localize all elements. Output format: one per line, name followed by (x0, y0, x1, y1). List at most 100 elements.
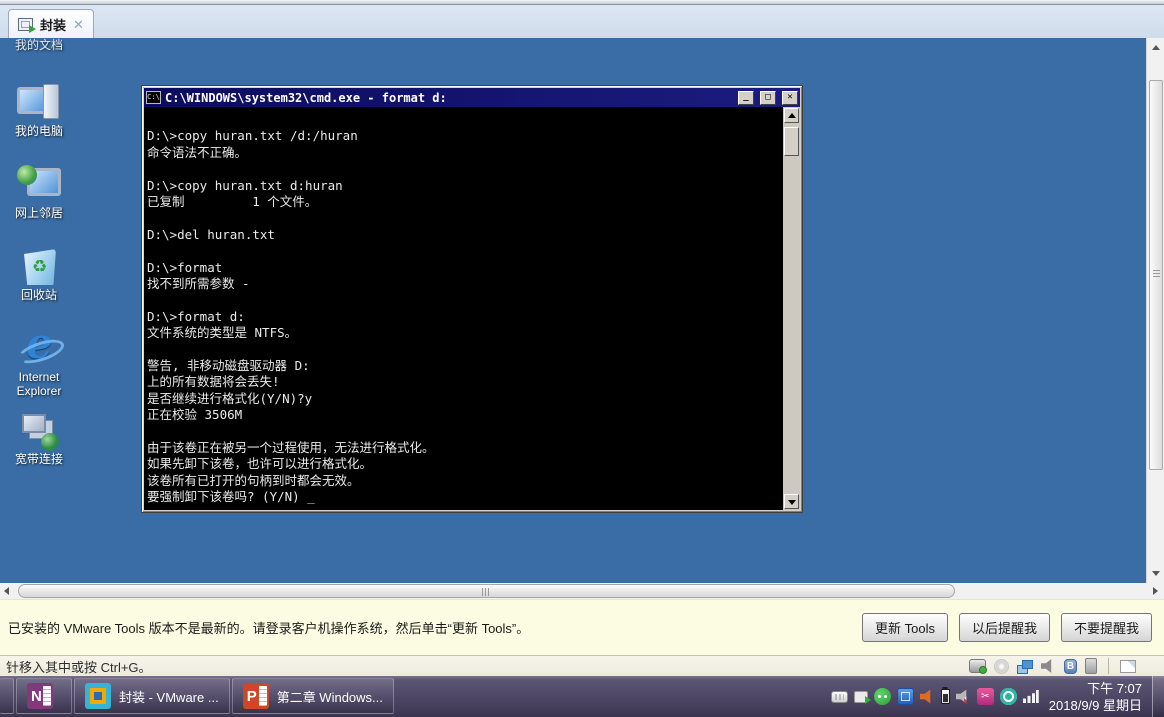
desktop-icon[interactable]: 回收站 (4, 244, 74, 326)
vm-display-area[interactable]: 我的文档 我的电脑 网上邻居 回收站 Internet Explorer 宽带连… (0, 38, 1164, 583)
cmd-console[interactable]: D:\>copy huran.txt /d:/huran 命令语法不正确。 D:\>… (144, 107, 800, 510)
scroll-right-icon[interactable] (1149, 585, 1161, 597)
screenshot-tool-icon[interactable]: ✂ (976, 688, 994, 705)
scroll-left-icon[interactable] (1, 585, 13, 597)
vm-horizontal-scrollbar[interactable] (0, 583, 1164, 599)
scroll-down-icon[interactable] (784, 494, 799, 509)
app-icon: N (27, 683, 53, 709)
console-line: 上的所有数据将会丢失! (147, 374, 280, 390)
device-status-icons: B (969, 658, 1158, 674)
remind-later-button[interactable]: 以后提醒我 (958, 613, 1050, 642)
close-button[interactable]: ✕ (782, 90, 798, 105)
console-line: D:\>copy huran.txt d:huran (147, 177, 343, 193)
cmd-icon: C:\ (146, 91, 161, 104)
broadband-connection-icon (15, 408, 63, 452)
wechat-icon[interactable] (873, 688, 891, 705)
console-line: 要强制卸下该卷吗? (Y/N) _ (147, 489, 315, 505)
system-tray: ✂ (825, 676, 1045, 717)
usb-icon[interactable] (1085, 658, 1097, 674)
desktop-icon[interactable]: 宽带连接 (4, 408, 74, 490)
status-message: 针移入其中或按 Ctrl+G。 (6, 659, 152, 675)
desktop-icon-list: 我的文档 我的电脑 网上邻居 回收站 Internet Explorer 宽带连… (4, 38, 74, 490)
vmware-tools-notification-bar: 已安装的 VMware Tools 版本不是最新的。请登录客户机操作系统，然后单… (0, 599, 1164, 655)
maximize-button[interactable]: □ (760, 90, 776, 105)
network-signal-icon[interactable] (1022, 690, 1039, 703)
battery-icon[interactable] (940, 689, 950, 704)
recycle-bin-icon (15, 244, 63, 288)
console-line: D:\>format (147, 259, 223, 275)
sound-icon[interactable] (1041, 659, 1052, 673)
clock-date: 2018/9/9 星期日 (1048, 698, 1142, 713)
desktop-icon[interactable]: 网上邻居 (4, 162, 74, 244)
console-line: 已复制 1 个文件。 (147, 194, 318, 209)
console-line: 警告, 非移动磁盘驱动器 D: (147, 358, 310, 373)
taskbar-button-label: 封装 - VMware ... (119, 689, 219, 705)
sound-app-icon[interactable] (919, 689, 931, 704)
vm-tab[interactable]: 封装 ✕ (8, 9, 94, 38)
taskbar-button-partial[interactable] (0, 678, 14, 714)
console-line: 文件系统的类型是 NTFS。 (147, 325, 298, 341)
network-adapter-icon[interactable] (1022, 660, 1033, 669)
vm-tab-icon (18, 17, 36, 33)
cmd-title-bar[interactable]: C:\ C:\WINDOWS\system32\cmd.exe - format… (144, 88, 800, 107)
cmd-window-title: C:\WINDOWS\system32\cmd.exe - format d: (165, 90, 447, 105)
taskbar-clock[interactable]: 下午 7:07 2018/9/9 星期日 (1045, 676, 1152, 717)
vm-horizontal-scrollbar-thumb[interactable] (18, 584, 955, 598)
console-line: 找不到所需参数 - (147, 276, 250, 291)
taskbar-buttons: N 封装 - VMware ... P 第二章 Windows... (0, 676, 395, 717)
desktop-icon-label: 我的文档 (14, 38, 63, 52)
vm-vertical-scrollbar[interactable] (1146, 38, 1164, 583)
never-remind-button[interactable]: 不要提醒我 (1060, 613, 1152, 642)
vm-tab-label: 封装 (40, 17, 67, 33)
bluetooth-icon[interactable]: B (1064, 658, 1077, 674)
blue-app-icon[interactable] (896, 688, 914, 705)
desktop-icon[interactable]: Internet Explorer (4, 319, 74, 408)
console-output: D:\>copy huran.txt /d:/huran 命令语法不正确。 D:\>… (144, 107, 783, 510)
vmware-taskbar-button[interactable]: 封装 - VMware ... (74, 678, 230, 714)
desktop-icon[interactable]: 我的电脑 (4, 80, 74, 162)
internet-explorer-icon (15, 319, 63, 370)
cmd-scrollbar[interactable] (783, 107, 800, 510)
scroll-up-icon[interactable] (1148, 40, 1164, 56)
show-desktop-button[interactable] (1152, 676, 1164, 717)
app-icon: P (242, 683, 269, 709)
powerpoint-taskbar-button[interactable]: P 第二章 Windows... (231, 678, 394, 714)
windows-taskbar[interactable]: N 封装 - VMware ... P 第二章 Windows... ✂ 下午 … (0, 676, 1164, 717)
console-line: 该卷所有已打开的句柄到时都会无效。 (147, 472, 360, 488)
cmd-scrollbar-thumb[interactable] (784, 127, 799, 156)
hard-disk-icon[interactable] (969, 659, 987, 674)
touch-keyboard-icon[interactable] (830, 690, 848, 703)
minimize-button[interactable]: _ (738, 90, 754, 105)
volume-muted-icon[interactable] (955, 689, 967, 704)
desktop-icon-label: 我的电脑 (14, 124, 63, 138)
divider[interactable] (1108, 658, 1109, 674)
scroll-down-icon[interactable] (1148, 565, 1164, 581)
onenote-taskbar-button[interactable]: N (16, 678, 72, 714)
vmware-status-bar: 针移入其中或按 Ctrl+G。 B (0, 655, 1164, 676)
desktop-icon-label: 网上邻居 (14, 206, 63, 220)
clock-time: 下午 7:07 (1087, 681, 1142, 696)
update-tools-button[interactable]: 更新 Tools (862, 613, 948, 642)
message-log-icon[interactable] (1120, 659, 1136, 673)
console-line: D:\>del huran.txt (147, 226, 275, 242)
tab-close-icon[interactable]: ✕ (73, 18, 84, 31)
console-line: D:\>format d: (147, 308, 245, 324)
cd-rom-icon[interactable] (994, 658, 1009, 674)
desktop-icon-label: 宽带连接 (14, 452, 63, 466)
vmware-workstation-window: 封装 ✕ 我的文档 我的电脑 网上邻居 回收站 (0, 0, 1164, 717)
console-line: D:\>copy huran.txt /d:/huran (147, 128, 358, 144)
vm-vertical-scrollbar-thumb[interactable] (1149, 80, 1163, 470)
console-line: 命令语法不正确。 (147, 144, 248, 160)
taskbar-button-label: 第二章 Windows... (276, 689, 383, 705)
camera-app-icon[interactable] (999, 688, 1017, 705)
cmd-window[interactable]: C:\ C:\WINDOWS\system32\cmd.exe - format… (141, 85, 803, 513)
window-top-strip (0, 0, 1164, 5)
vmware-tray-icon[interactable] (853, 690, 871, 704)
scroll-up-icon[interactable] (784, 108, 799, 123)
desktop-icon[interactable]: 我的文档 (4, 38, 74, 80)
